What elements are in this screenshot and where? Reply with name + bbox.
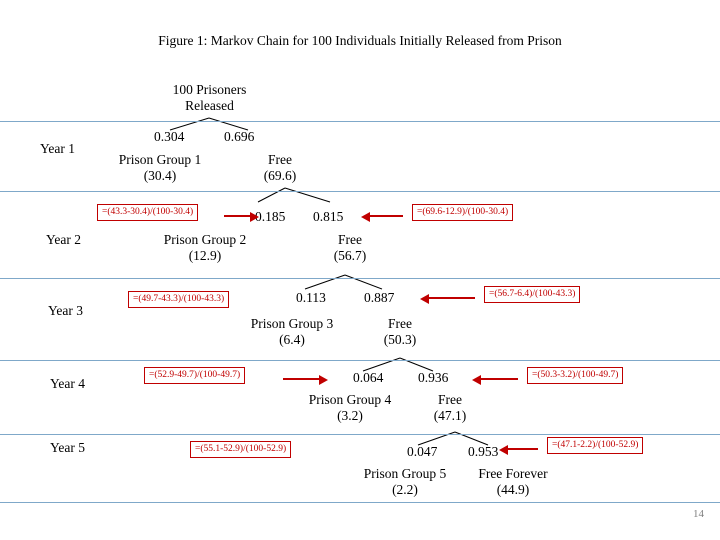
free-node-1-value: (69.6) xyxy=(263,168,297,183)
free-node-1-name: Free xyxy=(268,152,292,167)
formula-right-2: =(69.6-12.9)/(100-30.4) xyxy=(412,204,514,221)
free-node-2: Free (56.7) xyxy=(310,232,390,264)
prison-node-5-value: (2.2) xyxy=(392,482,418,497)
prob-free-5: 0.953 xyxy=(468,444,499,459)
prison-node-1-name: Prison Group 1 xyxy=(118,152,202,167)
year-label-2: Year 2 xyxy=(46,232,82,247)
slide-canvas: Figure 1: Markov Chain for 100 Individua… xyxy=(0,0,720,540)
prison-node-5: Prison Group 5 (2.2) xyxy=(345,466,465,498)
free-node-5-name: Free Forever xyxy=(478,466,548,481)
free-node-4-value: (47.1) xyxy=(433,408,467,423)
prison-node-2-value: (12.9) xyxy=(188,248,222,263)
arrow-left-4 xyxy=(283,375,328,385)
formula-left-3: =(49.7-43.3)/(100-43.3) xyxy=(128,291,230,308)
free-node-4-name: Free xyxy=(438,392,462,407)
figure-title: Figure 1: Markov Chain for 100 Individua… xyxy=(158,33,562,48)
prob-free-1: 0.696 xyxy=(224,129,255,144)
free-node-2-name: Free xyxy=(338,232,362,247)
prob-prison-2: 0.185 xyxy=(255,209,286,224)
divider-year4 xyxy=(0,360,720,361)
prob-prison-5: 0.047 xyxy=(407,444,438,459)
prob-free-2: 0.815 xyxy=(313,209,344,224)
formula-right-4: =(50.3-3.2)/(100-49.7) xyxy=(527,367,624,384)
prison-node-1: Prison Group 1 (30.4) xyxy=(100,152,220,184)
arrow-right-3 xyxy=(420,294,475,304)
prison-node-5-name: Prison Group 5 xyxy=(363,466,447,481)
arrow-right-5 xyxy=(499,445,538,455)
prob-prison-3: 0.113 xyxy=(296,290,326,305)
arrow-right-4 xyxy=(472,375,518,385)
prison-node-4: Prison Group 4 (3.2) xyxy=(290,392,410,424)
free-node-5-value: (44.9) xyxy=(496,482,530,497)
free-node-3: Free (50.3) xyxy=(360,316,440,348)
free-node-3-value: (50.3) xyxy=(383,332,417,347)
free-node-5: Free Forever (44.9) xyxy=(468,466,558,498)
prob-prison-1: 0.304 xyxy=(154,129,185,144)
prob-prison-4: 0.064 xyxy=(353,370,384,385)
prison-node-3: Prison Group 3 (6.4) xyxy=(232,316,352,348)
year-label-3: Year 3 xyxy=(48,303,84,318)
prison-node-4-value: (3.2) xyxy=(337,408,363,423)
free-node-1: Free (69.6) xyxy=(240,152,320,184)
arrow-left-2 xyxy=(224,212,259,222)
formula-right-3: =(56.7-6.4)/(100-43.3) xyxy=(484,286,581,303)
prison-node-4-name: Prison Group 4 xyxy=(308,392,392,407)
footer-divider xyxy=(0,502,720,503)
year-label-4: Year 4 xyxy=(50,376,86,391)
chain-connectors xyxy=(169,117,489,446)
root-node-line1: 100 Prisoners xyxy=(172,82,247,97)
divider-year2 xyxy=(0,191,720,192)
free-node-3-name: Free xyxy=(388,316,412,331)
formula-left-5: =(55.1-52.9)/(100-52.9) xyxy=(190,441,292,458)
prison-node-3-value: (6.4) xyxy=(279,332,305,347)
free-node-2-value: (56.7) xyxy=(333,248,367,263)
formula-left-4: =(52.9-49.7)/(100-49.7) xyxy=(144,367,246,384)
prison-node-2-name: Prison Group 2 xyxy=(163,232,247,247)
prison-node-2: Prison Group 2 (12.9) xyxy=(145,232,265,264)
prob-free-4: 0.936 xyxy=(418,370,449,385)
prison-node-3-name: Prison Group 3 xyxy=(250,316,334,331)
formula-left-2: =(43.3-30.4)/(100-30.4) xyxy=(97,204,199,221)
year-label-5: Year 5 xyxy=(50,440,86,455)
root-node: 100 Prisoners Released xyxy=(152,82,267,114)
page-number: 14 xyxy=(693,508,704,520)
formula-right-5: =(47.1-2.2)/(100-52.9) xyxy=(547,437,644,454)
prob-free-3: 0.887 xyxy=(364,290,395,305)
arrow-right-2 xyxy=(361,212,403,222)
free-node-4: Free (47.1) xyxy=(410,392,490,424)
root-node-line2: Released xyxy=(185,98,234,113)
divider-year5 xyxy=(0,434,720,435)
prison-node-1-value: (30.4) xyxy=(143,168,177,183)
divider-year1 xyxy=(0,121,720,122)
divider-year3 xyxy=(0,278,720,279)
year-label-1: Year 1 xyxy=(40,141,76,156)
